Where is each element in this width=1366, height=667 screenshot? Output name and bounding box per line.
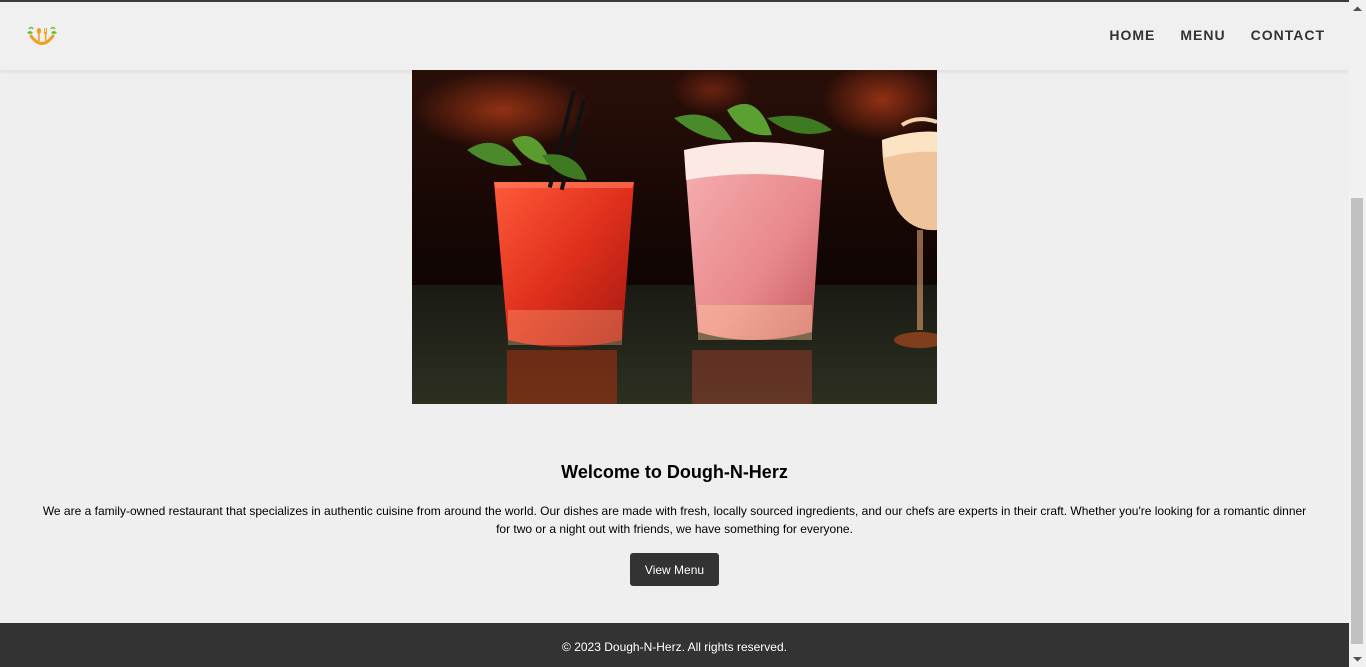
nav-menu-link[interactable]: MENU	[1180, 27, 1225, 43]
nav-contact-link[interactable]: CONTACT	[1251, 27, 1325, 43]
welcome-title: Welcome to Dough-N-Herz	[561, 462, 788, 482]
nav-home-link[interactable]: HOME	[1109, 27, 1155, 43]
scroll-up-arrow-icon[interactable]	[1349, 0, 1366, 17]
vertical-scrollbar[interactable]	[1349, 0, 1366, 667]
main-nav: HOME MENU CONTACT	[1109, 27, 1325, 43]
page: HOME MENU CONTACT Welcome to Dough-N-Her…	[0, 0, 1349, 667]
scroll-thumb[interactable]	[1351, 198, 1363, 644]
restaurant-description: We are a family-owned restaurant that sp…	[42, 504, 1307, 536]
view-menu-button[interactable]: View Menu	[630, 553, 719, 586]
restaurant-logo-icon[interactable]	[25, 25, 59, 47]
scroll-down-arrow-icon[interactable]	[1349, 650, 1366, 667]
copyright-text: © 2023 Dough-N-Herz. All rights reserved…	[562, 640, 787, 654]
hero-cocktails-image	[412, 70, 937, 404]
navbar: HOME MENU CONTACT	[0, 2, 1349, 70]
footer: © 2023 Dough-N-Herz. All rights reserved…	[0, 623, 1349, 667]
